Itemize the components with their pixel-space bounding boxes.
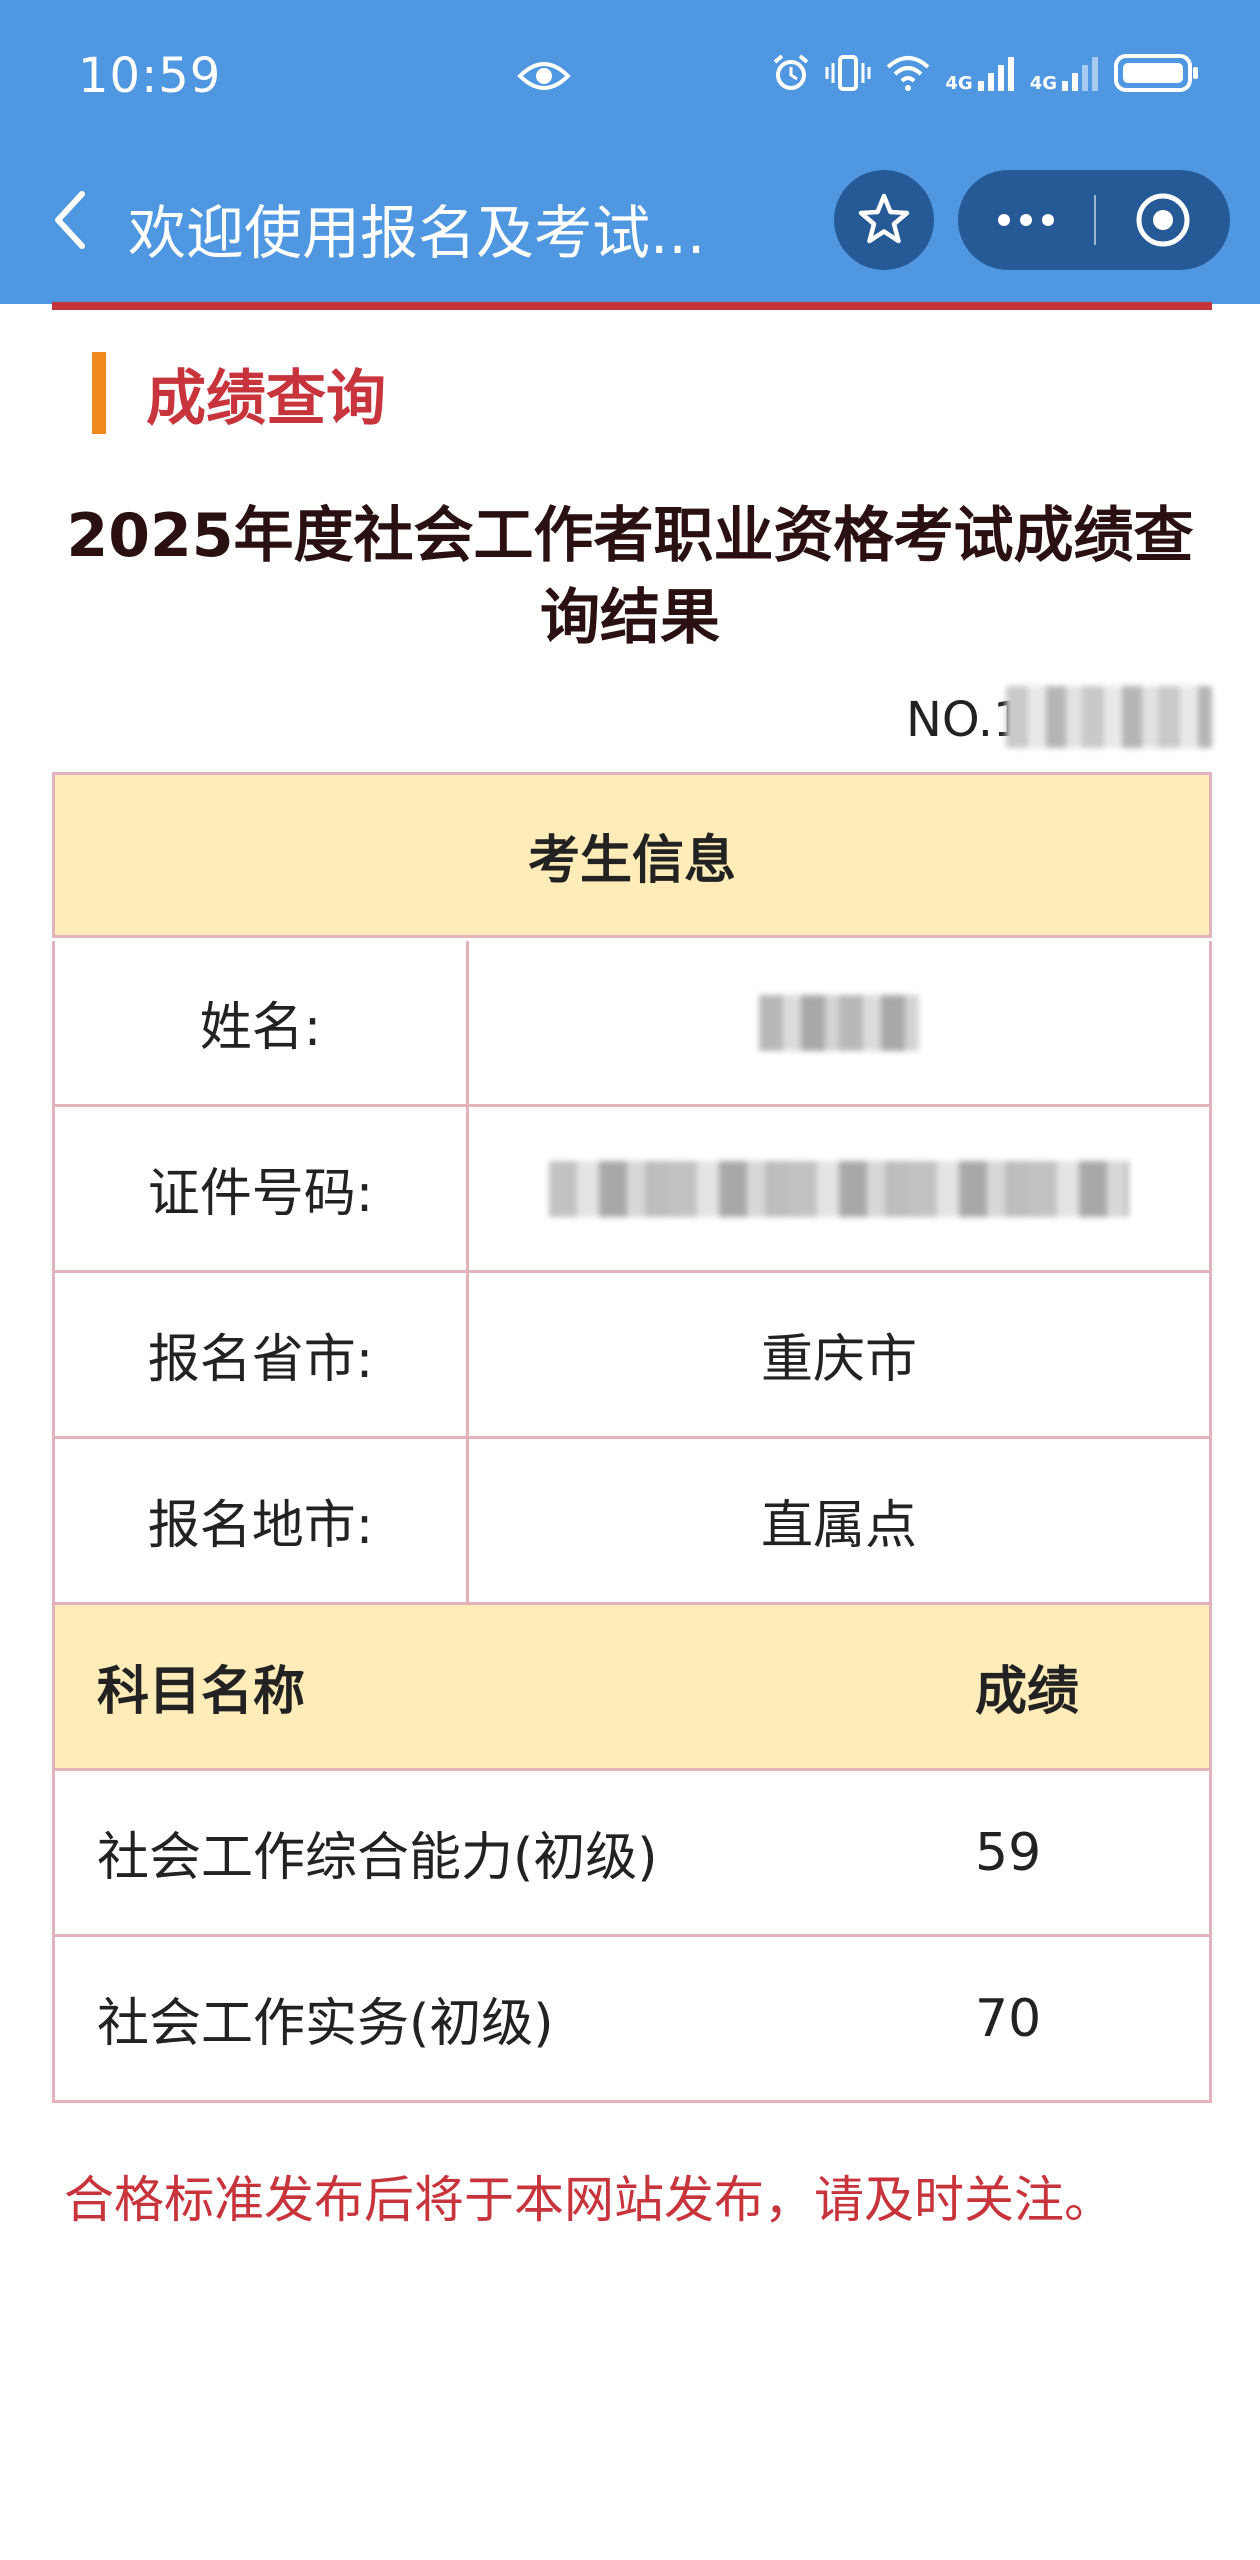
section-title: 成绩查询	[146, 363, 386, 434]
signal-icon-2	[1062, 57, 1098, 91]
subject-column-header: 科目名称	[97, 1662, 306, 1722]
city-value: 直属点	[760, 1496, 917, 1556]
table-row: 社会工作实务(初级) 70	[52, 1937, 1212, 2103]
wifi-icon	[887, 56, 930, 91]
subject-name: 社会工作实务(初级)	[97, 1994, 554, 2054]
close-button[interactable]	[1096, 170, 1230, 270]
status-icons: 4G 4G	[771, 52, 1200, 94]
subject-score: 70	[975, 1988, 1042, 2049]
province-value: 重庆市	[760, 1330, 917, 1390]
candidate-info-header: 考生信息	[52, 772, 1212, 938]
star-icon	[858, 193, 910, 244]
result-title: 2025年度社会工作者职业资格考试成绩查询结果	[66, 501, 1194, 653]
signal-icon	[977, 57, 1014, 91]
more-button[interactable]	[958, 170, 1094, 270]
back-chevron-icon[interactable]	[40, 180, 100, 260]
id-number-label: 证件号码:	[55, 1107, 469, 1270]
close-target-icon	[1136, 193, 1190, 247]
candidate-info-title: 考生信息	[527, 830, 736, 891]
subject-name: 社会工作综合能力(初级)	[97, 1828, 658, 1888]
name-label: 姓名:	[55, 941, 469, 1104]
favorite-button[interactable]	[834, 170, 934, 270]
status-time: 10:59	[78, 48, 222, 104]
table-row: 报名省市: 重庆市	[52, 1273, 1212, 1439]
menu-capsule	[958, 170, 1230, 270]
id-number-value	[469, 1107, 1209, 1270]
id-redaction	[549, 1160, 1129, 1217]
name-value	[469, 941, 1209, 1104]
header-divider	[52, 302, 1212, 310]
score-column-header: 成绩	[975, 1662, 1080, 1722]
serial-redaction	[1006, 686, 1212, 748]
table-row: 姓名:	[52, 941, 1212, 1107]
more-dots-icon	[998, 214, 1010, 226]
network-type-2: 4G	[1029, 73, 1057, 94]
eye-icon	[517, 62, 571, 90]
vibrate-icon	[825, 55, 871, 91]
network-type-1: 4G	[945, 73, 973, 94]
province-label: 报名省市:	[55, 1273, 469, 1436]
table-row: 证件号码:	[52, 1107, 1212, 1273]
top-bar: 10:59 4G 4G 欢迎使用报名及考试...	[0, 0, 1260, 304]
table-row: 社会工作综合能力(初级) 59	[52, 1771, 1212, 1937]
section-heading: 成绩查询	[92, 352, 386, 434]
nav-title: 欢迎使用报名及考试...	[128, 199, 706, 267]
name-redaction	[759, 994, 919, 1051]
battery-icon	[1114, 54, 1198, 92]
alarm-icon	[774, 54, 809, 90]
subject-score: 59	[975, 1822, 1042, 1883]
section-accent-bar	[92, 352, 106, 434]
notice-text: 合格标准发布后将于本网站发布，请及时关注。	[64, 2171, 1114, 2229]
city-label: 报名地市:	[55, 1439, 469, 1602]
table-row: 报名地市: 直属点	[52, 1439, 1212, 1605]
scores-header: 科目名称 成绩	[52, 1605, 1212, 1771]
